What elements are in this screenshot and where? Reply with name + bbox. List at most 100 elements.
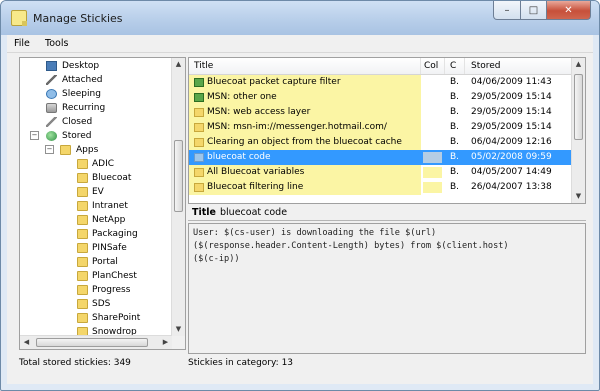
list-row-selected[interactable]: bluecoat code B. 05/02/2008 09:59 xyxy=(189,150,572,165)
row-title: Bluecoat filtering line xyxy=(207,182,304,192)
scroll-right-arrow-icon[interactable]: ▶ xyxy=(159,336,172,349)
tree-item-label: NetApp xyxy=(92,215,126,225)
row-stored: 04/05/2007 14:49 xyxy=(471,167,552,177)
tree-vertical-scrollbar[interactable]: ▲ ▼ xyxy=(171,58,185,336)
folder-icon xyxy=(77,215,88,225)
title-bar[interactable]: Manage Stickies – □ ✕ xyxy=(1,1,599,35)
tree-item-label: ADIC xyxy=(92,159,115,169)
scroll-down-arrow-icon[interactable]: ▼ xyxy=(172,323,185,336)
row-category: B. xyxy=(450,92,460,102)
sticky-icon xyxy=(194,138,204,147)
row-stored: 05/02/2008 09:59 xyxy=(471,152,552,162)
column-header-c[interactable]: C xyxy=(445,58,465,74)
tree-item-label: Portal xyxy=(92,257,118,267)
sticky-icon xyxy=(194,123,204,132)
list-row[interactable]: MSN: other one B. 29/05/2009 15:14 xyxy=(189,90,572,105)
tree-item-label: Apps xyxy=(76,145,99,155)
row-stored: 29/05/2009 15:14 xyxy=(471,107,552,117)
list-row[interactable]: Clearing an object from the bluecoat cac… xyxy=(189,135,572,150)
sticky-body-editor[interactable]: User: $(cs-user) is downloading the file… xyxy=(188,223,586,354)
stored-expander[interactable]: − xyxy=(30,131,39,140)
close-button[interactable]: ✕ xyxy=(547,1,591,20)
menu-bar: File Tools xyxy=(7,35,593,53)
folder-icon xyxy=(60,145,71,155)
window-controls: – □ ✕ xyxy=(493,1,591,20)
row-stored: 29/05/2009 15:14 xyxy=(471,92,552,102)
row-title: MSN: msn-im://messenger.hotmail.com/ xyxy=(207,122,387,132)
tree-item-label: Recurring xyxy=(62,103,106,113)
row-category: B. xyxy=(450,152,460,162)
row-title: bluecoat code xyxy=(207,152,271,162)
scroll-down-arrow-icon[interactable]: ▼ xyxy=(572,190,585,203)
sticky-body-text[interactable]: User: $(cs-user) is downloading the file… xyxy=(193,227,509,266)
scroll-up-arrow-icon[interactable]: ▲ xyxy=(172,58,185,71)
folder-icon xyxy=(77,299,88,309)
row-stored: 04/06/2009 11:43 xyxy=(471,77,552,87)
tree-item-label: Closed xyxy=(62,117,93,127)
status-total: Total stored stickies: 349 xyxy=(19,358,131,368)
list-header: Title Col C Stored xyxy=(189,58,572,75)
client-area: − − Desktop Attached Sleeping Recurring … xyxy=(7,53,593,384)
detail-title-label: Title xyxy=(192,207,216,218)
sticky-icon xyxy=(194,183,204,192)
scroll-left-arrow-icon[interactable]: ◀ xyxy=(20,336,33,349)
tree-item-label: SDS xyxy=(92,299,111,309)
scroll-thumb[interactable] xyxy=(574,74,583,140)
folder-icon xyxy=(77,201,88,211)
pin-icon xyxy=(46,117,57,127)
scroll-up-arrow-icon[interactable]: ▲ xyxy=(572,58,585,71)
maximize-button[interactable]: □ xyxy=(521,1,547,20)
status-category: Stickies in category: 13 xyxy=(188,358,294,368)
row-stored: 29/05/2009 15:14 xyxy=(471,122,552,132)
sticky-alarm-icon xyxy=(194,78,204,87)
tree-item-label: Progress xyxy=(92,285,131,295)
row-category: B. xyxy=(450,122,460,132)
list-vertical-scrollbar[interactable]: ▲ ▼ xyxy=(571,58,585,203)
clock-icon xyxy=(46,89,57,99)
tree-item-label: Attached xyxy=(62,75,103,85)
list-row[interactable]: All Bluecoat variables B. 04/05/2007 14:… xyxy=(189,165,572,180)
column-header-stored[interactable]: Stored xyxy=(465,58,572,74)
detail-title-value[interactable]: bluecoat code xyxy=(220,207,287,218)
list-row[interactable]: Bluecoat packet capture filter B. 04/06/… xyxy=(189,75,572,90)
tree-item-label: Desktop xyxy=(62,61,100,71)
row-title: All Bluecoat variables xyxy=(207,167,305,177)
folder-icon xyxy=(77,243,88,253)
sticky-icon xyxy=(194,168,204,177)
apps-expander[interactable]: − xyxy=(45,145,54,154)
globe-icon xyxy=(46,131,57,141)
tree-item-label: EV xyxy=(92,187,104,197)
tree-item-label: Packaging xyxy=(92,229,138,239)
minimize-button[interactable]: – xyxy=(493,1,521,20)
scroll-thumb[interactable] xyxy=(36,338,148,347)
recurring-icon xyxy=(46,103,57,113)
folder-icon xyxy=(77,257,88,267)
sticky-icon xyxy=(194,153,204,162)
list-row[interactable]: MSN: msn-im://messenger.hotmail.com/ B. … xyxy=(189,120,572,135)
menu-file[interactable]: File xyxy=(14,38,30,49)
tree-item-label: PINSafe xyxy=(92,243,127,253)
window-title: Manage Stickies xyxy=(33,12,123,25)
desktop-icon xyxy=(46,61,57,71)
stickies-list[interactable]: Title Col C Stored Bluecoat packet captu… xyxy=(188,57,586,204)
row-title: MSN: other one xyxy=(207,92,277,102)
list-row[interactable]: Bluecoat filtering line B. 26/04/2007 13… xyxy=(189,180,572,195)
column-header-col[interactable]: Col xyxy=(421,58,445,74)
folder-icon xyxy=(77,173,88,183)
column-header-title[interactable]: Title xyxy=(189,58,421,74)
category-tree[interactable]: − − Desktop Attached Sleeping Recurring … xyxy=(19,57,186,350)
tree-item-label: Intranet xyxy=(92,201,128,211)
folder-icon xyxy=(77,285,88,295)
sticky-icon xyxy=(194,108,204,117)
row-category: B. xyxy=(450,182,460,192)
manage-stickies-window: Manage Stickies – □ ✕ File Tools − − Des… xyxy=(0,0,600,391)
scroll-thumb[interactable] xyxy=(174,140,183,212)
row-category: B. xyxy=(450,77,460,87)
stickies-app-icon xyxy=(11,10,27,26)
tree-horizontal-scrollbar[interactable]: ◀ ▶ xyxy=(20,335,172,349)
row-stored: 26/04/2007 13:38 xyxy=(471,182,552,192)
menu-tools[interactable]: Tools xyxy=(45,38,68,49)
list-row[interactable]: MSN: web access layer B. 29/05/2009 15:1… xyxy=(189,105,572,120)
tree-item-label: Sleeping xyxy=(62,89,101,99)
scroll-corner xyxy=(172,336,185,349)
